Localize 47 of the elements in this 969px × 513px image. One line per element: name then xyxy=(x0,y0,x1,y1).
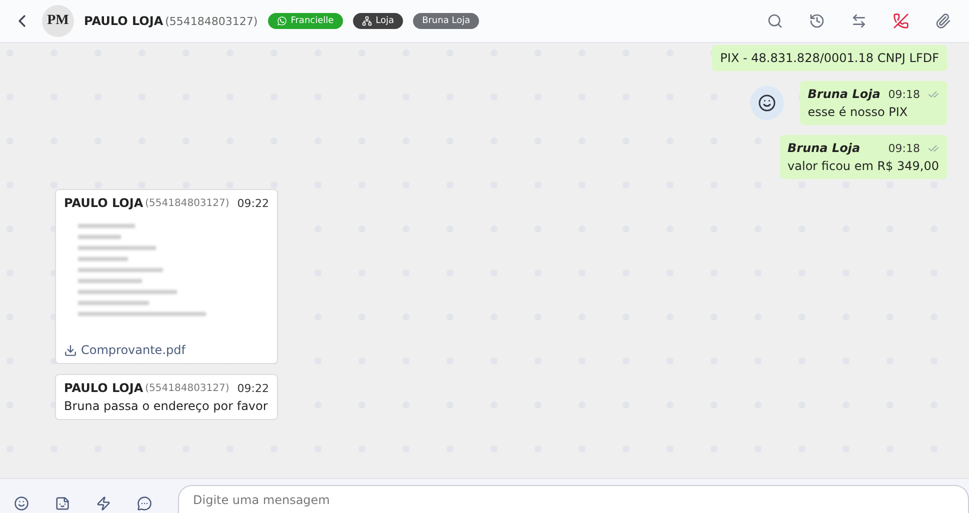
emoji-button[interactable] xyxy=(14,496,29,511)
double-check-icon xyxy=(928,88,939,100)
smiley-icon xyxy=(758,94,776,112)
double-check-icon xyxy=(928,142,939,154)
phone-off-icon xyxy=(893,13,909,29)
chat-bubble-icon xyxy=(137,496,152,511)
message-time: 09:18 xyxy=(888,142,920,154)
sender-phone: (554184803127) xyxy=(145,382,230,394)
search-icon xyxy=(767,13,783,29)
message-text: Bruna passa o endereço por favor xyxy=(64,399,269,413)
attach-button[interactable] xyxy=(935,13,951,29)
message-input[interactable]: Digite uma mensagem xyxy=(178,485,969,513)
message-time: 09:18 xyxy=(888,88,920,100)
history-button[interactable] xyxy=(809,13,825,29)
contact-avatar: PM xyxy=(42,5,74,37)
sticker-button[interactable] xyxy=(55,496,70,511)
sender-name: PAULO LOJA xyxy=(64,381,144,395)
message-text: PIX - 48.831.828/0001.18 CNPJ LFDF xyxy=(720,51,939,65)
history-icon xyxy=(809,13,825,29)
tag: Loja xyxy=(352,13,404,29)
emoji-reaction-button[interactable] xyxy=(750,86,784,120)
smiley-icon xyxy=(14,496,29,511)
paperclip-icon xyxy=(935,13,951,29)
chat-button[interactable] xyxy=(137,496,152,511)
sticker-icon xyxy=(55,496,70,511)
contact-phone: (554184803127) xyxy=(165,14,258,28)
end-call-button[interactable] xyxy=(893,13,909,29)
file-link[interactable]: Comprovante.pdf xyxy=(64,343,269,357)
hierarchy-icon xyxy=(362,16,372,26)
whatsapp-icon xyxy=(276,16,287,26)
lightning-icon xyxy=(96,496,111,511)
sender-name: Bruna Loja xyxy=(808,87,880,101)
tag: Francielle xyxy=(268,13,343,29)
transfer-button[interactable] xyxy=(851,13,867,29)
search-button[interactable] xyxy=(767,13,783,29)
contact-name: PAULO LOJA xyxy=(84,14,164,28)
message-time: 09:22 xyxy=(237,382,269,394)
message-text: valor ficou em R$ 349,00 xyxy=(788,159,939,173)
message-text: esse é nosso PIX xyxy=(808,105,909,119)
download-icon xyxy=(64,344,77,356)
arrows-icon xyxy=(851,13,867,29)
message-time: 09:22 xyxy=(237,196,269,210)
sender-phone: (554184803127) xyxy=(145,198,230,208)
tag: Bruna Loja xyxy=(413,13,480,29)
quick-reply-button[interactable] xyxy=(96,496,111,511)
sender-name: PAULO LOJA xyxy=(64,196,144,210)
sender-name: Bruna Loja xyxy=(788,141,860,155)
